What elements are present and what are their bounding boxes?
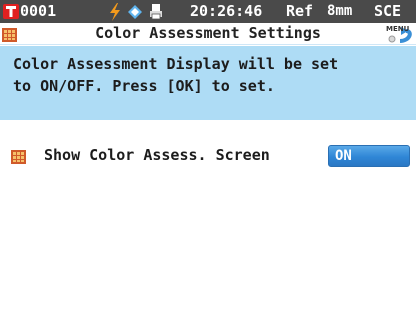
t-code-icon bbox=[3, 4, 19, 19]
setting-label: Show Color Assess. Screen bbox=[44, 146, 270, 164]
screen-title: Color Assessment Settings bbox=[95, 24, 321, 42]
reference-indicator: Ref bbox=[286, 2, 314, 20]
device-screen: 0001 20:26:46 Ref 8mm SCE Color Assessme… bbox=[0, 0, 416, 311]
power-icon bbox=[108, 3, 122, 21]
info-panel: Color Assessment Display will be set to … bbox=[0, 46, 416, 120]
on-off-value-button[interactable]: ON bbox=[328, 145, 410, 167]
menu-label: MENU bbox=[386, 25, 410, 33]
target-number: 0001 bbox=[20, 2, 57, 20]
clock-time: 20:26:46 bbox=[190, 2, 263, 20]
setting-value: ON bbox=[335, 148, 352, 164]
specular-mode: SCE bbox=[374, 2, 402, 20]
menu-back-button[interactable]: MENU bbox=[386, 25, 414, 44]
aperture-size: 8mm bbox=[327, 3, 353, 19]
setting-row-show-color-assess[interactable]: Show Color Assess. Screen ON bbox=[0, 143, 416, 169]
instruction-message: Color Assessment Display will be set to … bbox=[13, 55, 339, 95]
printer-icon bbox=[149, 3, 163, 20]
pc-connection-icon bbox=[127, 4, 143, 20]
title-bar: Color Assessment Settings MENU bbox=[0, 23, 416, 45]
setting-grid-icon bbox=[11, 149, 26, 164]
status-bar: 0001 20:26:46 Ref 8mm SCE bbox=[0, 0, 416, 23]
